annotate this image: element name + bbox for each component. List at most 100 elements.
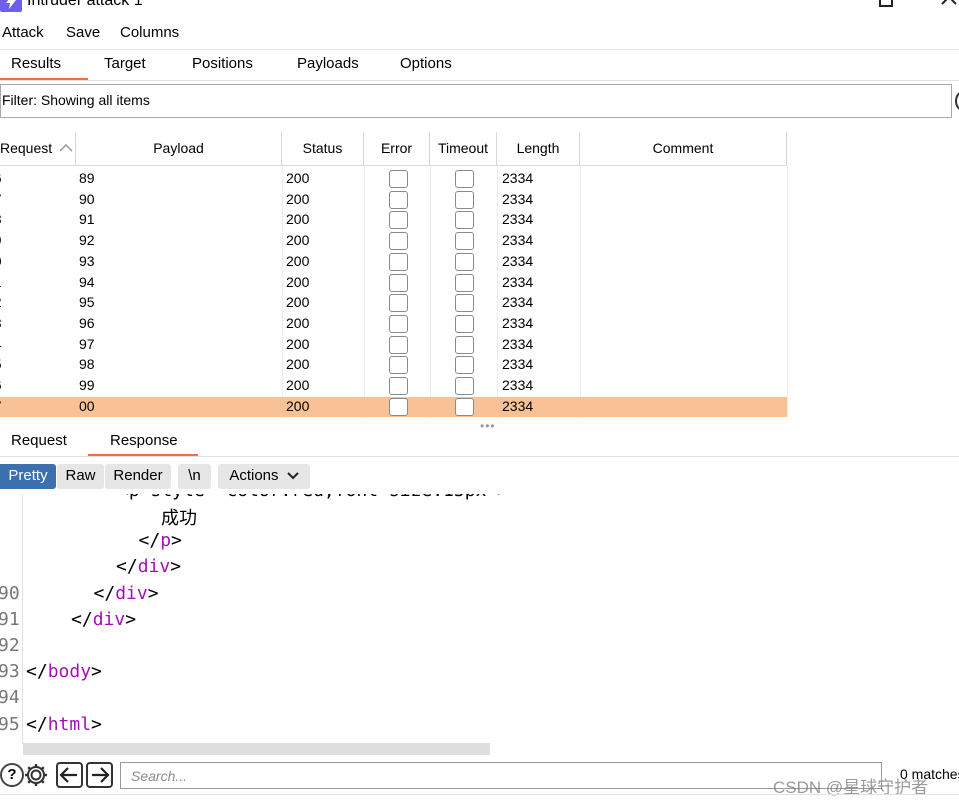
tab-results[interactable]: Results [11, 55, 61, 72]
search-input[interactable] [121, 763, 881, 788]
cell-payload: 96 [79, 314, 95, 331]
cell-length: 2334 [502, 252, 534, 269]
line-number: 93 [0, 661, 20, 683]
cell-status: 200 [286, 377, 310, 393]
raw-button[interactable]: Raw [57, 464, 104, 489]
cell-payload: 92 [79, 232, 95, 249]
table-row[interactable]: 89 92 200 2334 [0, 231, 787, 252]
cell-status: 200 [286, 356, 310, 373]
help-icon[interactable]: ? [0, 763, 24, 787]
table-row[interactable]: 88 91 200 2334 [0, 210, 787, 231]
view-toolbar: Pretty Raw Render \n Actions [0, 460, 959, 494]
error-checkbox [389, 377, 408, 395]
tab-target[interactable]: Target [104, 55, 146, 72]
cell-request: 94 [0, 336, 2, 352]
timeout-checkbox [455, 211, 474, 230]
cell-request: 89 [0, 232, 2, 248]
cell-status: 200 [286, 314, 310, 331]
column-length[interactable]: Length [497, 132, 580, 166]
line-number: 94 [0, 687, 20, 709]
search-box [120, 762, 882, 789]
tab-positions[interactable]: Positions [192, 55, 253, 72]
menu-columns[interactable]: Columns [120, 24, 179, 41]
cell-length: 2334 [502, 397, 534, 414]
tab-response[interactable]: Response [110, 432, 178, 449]
tab-bar: Results Target Positions Payloads Option… [0, 49, 959, 81]
cell-request: 91 [0, 274, 2, 290]
cell-payload: 94 [79, 273, 95, 290]
maximize-icon[interactable] [879, 0, 893, 7]
cell-length: 2334 [502, 273, 534, 290]
table-row[interactable]: 93 96 200 2334 [0, 314, 787, 335]
window-title: Intruder attack 1 [27, 0, 143, 9]
cell-request: 97 [0, 398, 2, 414]
gear-icon[interactable] [23, 762, 49, 788]
cell-payload: 95 [79, 294, 95, 311]
timeout-checkbox [455, 273, 474, 292]
line-number: 91 [0, 608, 20, 630]
results-table-header: Request Payload Status Error Timeout Len… [0, 132, 787, 166]
table-row[interactable]: 95 98 200 2334 [0, 355, 787, 376]
divider [0, 794, 959, 795]
cell-length: 2334 [502, 335, 534, 352]
newline-toggle-button[interactable]: \n [178, 464, 211, 489]
table-row[interactable]: 96 99 200 2334 [0, 376, 787, 397]
table-row[interactable]: 92 95 200 2334 [0, 293, 787, 314]
cell-length: 2334 [502, 211, 534, 228]
table-row[interactable]: 94 97 200 2334 [0, 335, 787, 356]
error-checkbox [389, 335, 408, 354]
cell-status: 200 [286, 273, 310, 290]
pretty-button[interactable]: Pretty [0, 464, 56, 489]
table-row[interactable]: 91 94 200 2334 [0, 273, 787, 294]
error-checkbox [389, 211, 408, 230]
table-row[interactable]: 90 93 200 2334 [0, 252, 787, 273]
cell-payload: 97 [79, 335, 95, 352]
cell-request: 92 [0, 294, 2, 310]
tab-payloads[interactable]: Payloads [297, 55, 359, 72]
response-editor[interactable]: <p style="color:red;font-size:15px"> 成功<… [0, 494, 959, 744]
code-line: </p> [138, 530, 182, 552]
error-checkbox [389, 190, 408, 209]
chevron-down-icon [286, 472, 299, 480]
render-button[interactable]: Render [105, 464, 171, 489]
cell-status: 200 [286, 170, 310, 186]
actions-button[interactable]: Actions [218, 464, 310, 489]
help-icon[interactable] [955, 91, 959, 111]
column-payload[interactable]: Payload [76, 132, 282, 166]
timeout-checkbox [455, 252, 474, 271]
forward-button[interactable] [86, 762, 113, 788]
column-timeout[interactable]: Timeout [430, 132, 497, 166]
filter-text: Filter: Showing all items [2, 92, 150, 108]
timeout-checkbox [455, 190, 474, 209]
table-row[interactable]: 87 90 200 2334 [0, 190, 787, 211]
burp-app-icon [0, 0, 22, 12]
timeout-checkbox [455, 314, 474, 333]
error-checkbox [389, 232, 408, 251]
code-line: </div> [116, 556, 182, 578]
tab-options[interactable]: Options [400, 55, 452, 72]
table-row[interactable]: 97 00 200 2334 [0, 396, 787, 418]
cell-request: 96 [0, 377, 2, 393]
cell-payload: 98 [79, 356, 95, 373]
cell-payload: 00 [79, 397, 95, 414]
menu-attack[interactable]: Attack [2, 24, 44, 41]
cell-payload: 99 [79, 377, 95, 393]
back-button[interactable] [56, 762, 83, 788]
close-icon[interactable] [938, 0, 959, 10]
tab-request[interactable]: Request [11, 432, 67, 449]
cell-status: 200 [286, 211, 310, 228]
active-message-tab-indicator [88, 454, 198, 456]
column-error[interactable]: Error [364, 132, 430, 166]
code-line: </html> [26, 713, 102, 735]
column-comment[interactable]: Comment [580, 132, 787, 166]
table-row[interactable]: 86 89 200 2334 [0, 169, 787, 190]
horizontal-scrollbar[interactable] [23, 743, 490, 755]
cell-payload: 91 [79, 211, 95, 228]
cell-length: 2334 [502, 170, 534, 186]
column-status[interactable]: Status [282, 132, 364, 166]
code-line: 成功 [161, 508, 197, 529]
column-request[interactable]: Request [0, 132, 76, 166]
active-tab-indicator [0, 78, 88, 80]
menu-save[interactable]: Save [66, 24, 100, 41]
cell-length: 2334 [502, 294, 534, 311]
